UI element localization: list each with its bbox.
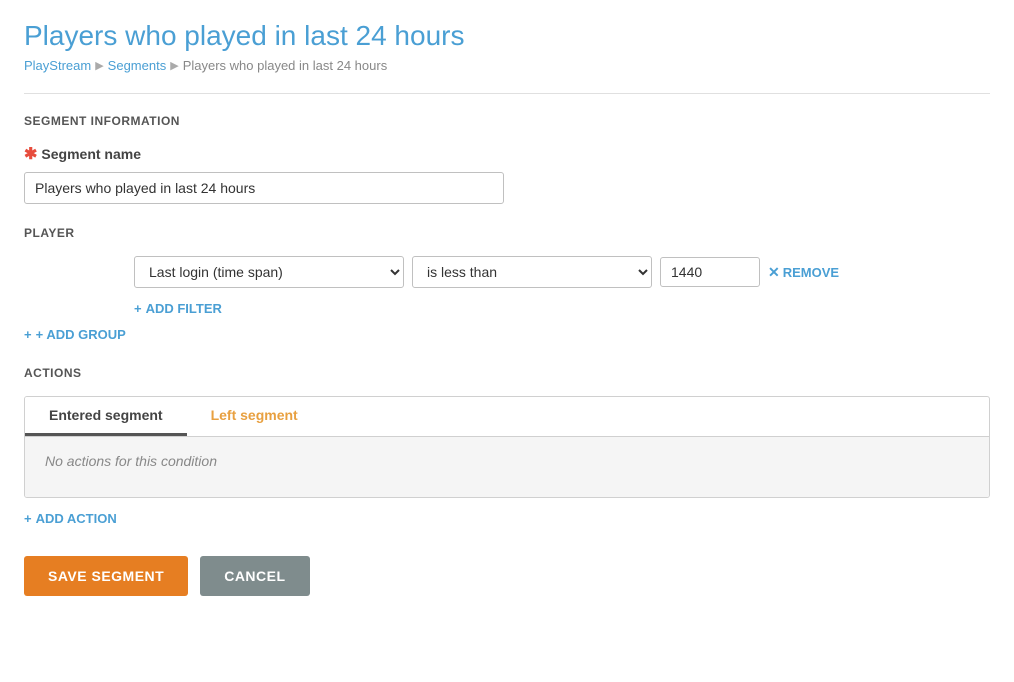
filter-row: Last login (time span) is less than ✕ RE… <box>134 256 990 288</box>
actions-tabs-container: Entered segment Left segment No actions … <box>24 396 990 498</box>
actions-tabs-header: Entered segment Left segment <box>25 397 989 437</box>
add-action-label: ADD ACTION <box>36 511 117 526</box>
actions-section: ACTIONS Entered segment Left segment No … <box>24 366 990 526</box>
add-action-button[interactable]: + ADD ACTION <box>24 511 117 526</box>
page-title-colored: last 24 hours <box>304 20 464 51</box>
add-group-label: + ADD GROUP <box>36 327 126 342</box>
add-filter-row: + ADD FILTER <box>134 300 990 316</box>
add-filter-icon: + <box>134 301 142 316</box>
breadcrumb-playstream[interactable]: PlayStream <box>24 58 91 73</box>
tab-content-area: No actions for this condition <box>25 437 989 497</box>
add-group-row: + + ADD GROUP <box>24 326 990 342</box>
add-group-icon: + <box>24 327 32 342</box>
section-divider <box>24 93 990 94</box>
breadcrumb-arrow-2: ▶ <box>170 59 178 72</box>
footer-buttons: SAVE SEGMENT CANCEL <box>24 556 990 596</box>
cancel-button[interactable]: CANCEL <box>200 556 309 596</box>
save-segment-button[interactable]: SAVE SEGMENT <box>24 556 188 596</box>
segment-information-section: SEGMENT INFORMATION ✱ Segment name <box>24 114 990 204</box>
segment-name-input[interactable] <box>24 172 504 204</box>
required-star: ✱ <box>24 144 37 164</box>
add-action-row: + ADD ACTION <box>24 510 990 526</box>
remove-filter-icon: ✕ <box>768 264 780 281</box>
page-title: Players who played in last 24 hours <box>24 20 990 52</box>
player-section-title: PLAYER <box>24 226 990 240</box>
breadcrumb: PlayStream ▶ Segments ▶ Players who play… <box>24 58 990 73</box>
segment-name-label: ✱ Segment name <box>24 144 990 164</box>
filter-field-select[interactable]: Last login (time span) <box>134 256 404 288</box>
add-filter-label: ADD FILTER <box>146 301 222 316</box>
add-group-button[interactable]: + + ADD GROUP <box>24 327 126 342</box>
tab-entered-segment-label: Entered segment <box>49 407 163 423</box>
breadcrumb-arrow-1: ▶ <box>95 59 103 72</box>
filter-threshold-input[interactable] <box>660 257 760 287</box>
tab-entered-segment[interactable]: Entered segment <box>25 397 187 436</box>
breadcrumb-segments[interactable]: Segments <box>108 58 167 73</box>
breadcrumb-current: Players who played in last 24 hours <box>183 58 388 73</box>
filter-operator-select[interactable]: is less than <box>412 256 652 288</box>
segment-info-title: SEGMENT INFORMATION <box>24 114 990 128</box>
player-section: PLAYER Last login (time span) is less th… <box>24 226 990 342</box>
remove-filter-label: REMOVE <box>783 265 839 280</box>
page-title-plain: Players who played in <box>24 20 304 51</box>
no-actions-text: No actions for this condition <box>45 453 217 469</box>
add-action-icon: + <box>24 511 32 526</box>
tab-left-segment-label: Left segment <box>211 407 298 423</box>
add-filter-button[interactable]: + ADD FILTER <box>134 301 222 316</box>
remove-filter-button[interactable]: ✕ REMOVE <box>768 264 839 281</box>
actions-title: ACTIONS <box>24 366 990 380</box>
tab-left-segment[interactable]: Left segment <box>187 397 322 436</box>
